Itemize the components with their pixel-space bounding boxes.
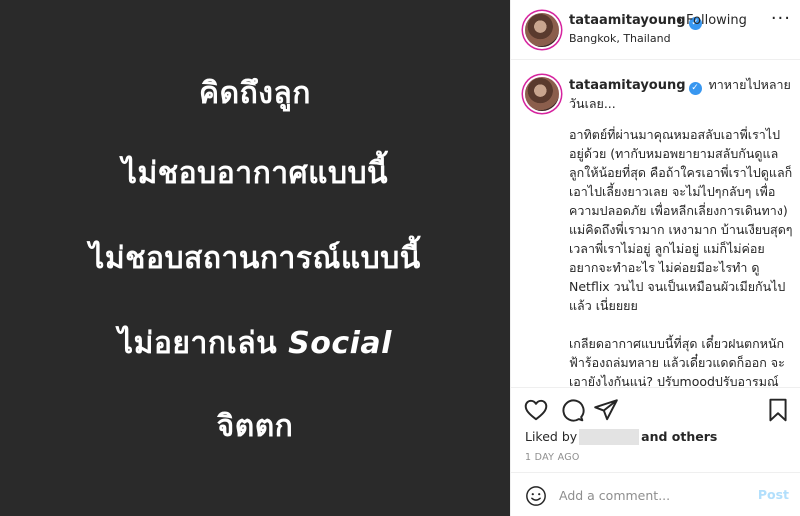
action-bar bbox=[511, 392, 800, 428]
location-link[interactable]: Bangkok, Thailand bbox=[569, 32, 671, 45]
post-text-line-4-thai: ไม่อยากเล่น bbox=[118, 326, 278, 361]
caption-header: tataamitayoung ✓ ทาหายไปหลายวันเลย... bbox=[569, 76, 791, 113]
post-comment-button[interactable]: Post bbox=[758, 487, 789, 502]
comment-input[interactable] bbox=[559, 483, 749, 507]
comment-icon[interactable] bbox=[559, 397, 585, 423]
emoji-icon[interactable] bbox=[525, 485, 547, 507]
post-text-line-5: จิตตก bbox=[216, 409, 294, 444]
avatar[interactable] bbox=[525, 13, 559, 47]
post-text-line-1: คิดถึงลูก bbox=[199, 76, 311, 111]
header-username-text[interactable]: tataamitayoung bbox=[569, 13, 686, 28]
header-separator: • bbox=[676, 14, 684, 28]
bookmark-icon[interactable] bbox=[765, 397, 791, 423]
post-side-panel: tataamitayoung ✓ • Following Bangkok, Tha… bbox=[510, 0, 800, 516]
post-timestamp[interactable]: 1 DAY AGO bbox=[525, 452, 580, 463]
caption-avatar[interactable] bbox=[525, 77, 559, 111]
post-text-line-3: ไม่ชอบสถานการณ์แบบนี้ bbox=[89, 241, 421, 276]
post-text-line-2: ไม่ชอบอากาศแบบนี้ bbox=[121, 156, 389, 191]
verified-badge-icon: ✓ bbox=[688, 82, 702, 95]
post-text-line-4: ไม่อยากเล่น Social bbox=[0, 320, 510, 367]
more-options-icon[interactable]: ··· bbox=[771, 8, 791, 29]
post-header: tataamitayoung ✓ • Following Bangkok, Tha… bbox=[511, 0, 800, 60]
caption-body: อาทิตย์ที่ผ่านมาคุณหมอสลับเอาพี่เราไปอยู… bbox=[569, 127, 793, 388]
heart-icon[interactable] bbox=[523, 397, 549, 423]
comment-bar: Post bbox=[511, 472, 800, 516]
post-image[interactable]: คิดถึงลูก ไม่ชอบอากาศแบบนี้ ไม่ชอบสถานกา… bbox=[0, 0, 510, 516]
share-icon[interactable] bbox=[593, 397, 619, 423]
post-text-line-4-english: Social bbox=[288, 326, 392, 361]
likes-others-link[interactable]: and others bbox=[641, 429, 717, 444]
following-button[interactable]: Following bbox=[686, 13, 747, 28]
likes-prefix: Liked by bbox=[525, 429, 578, 444]
caption-username[interactable]: tataamitayoung bbox=[569, 78, 686, 93]
liked-by-user-redacted[interactable] bbox=[579, 429, 640, 445]
caption-area[interactable]: tataamitayoung ✓ ทาหายไปหลายวันเลย... อาท… bbox=[511, 61, 800, 388]
likes-summary: Liked by and others bbox=[525, 429, 717, 445]
